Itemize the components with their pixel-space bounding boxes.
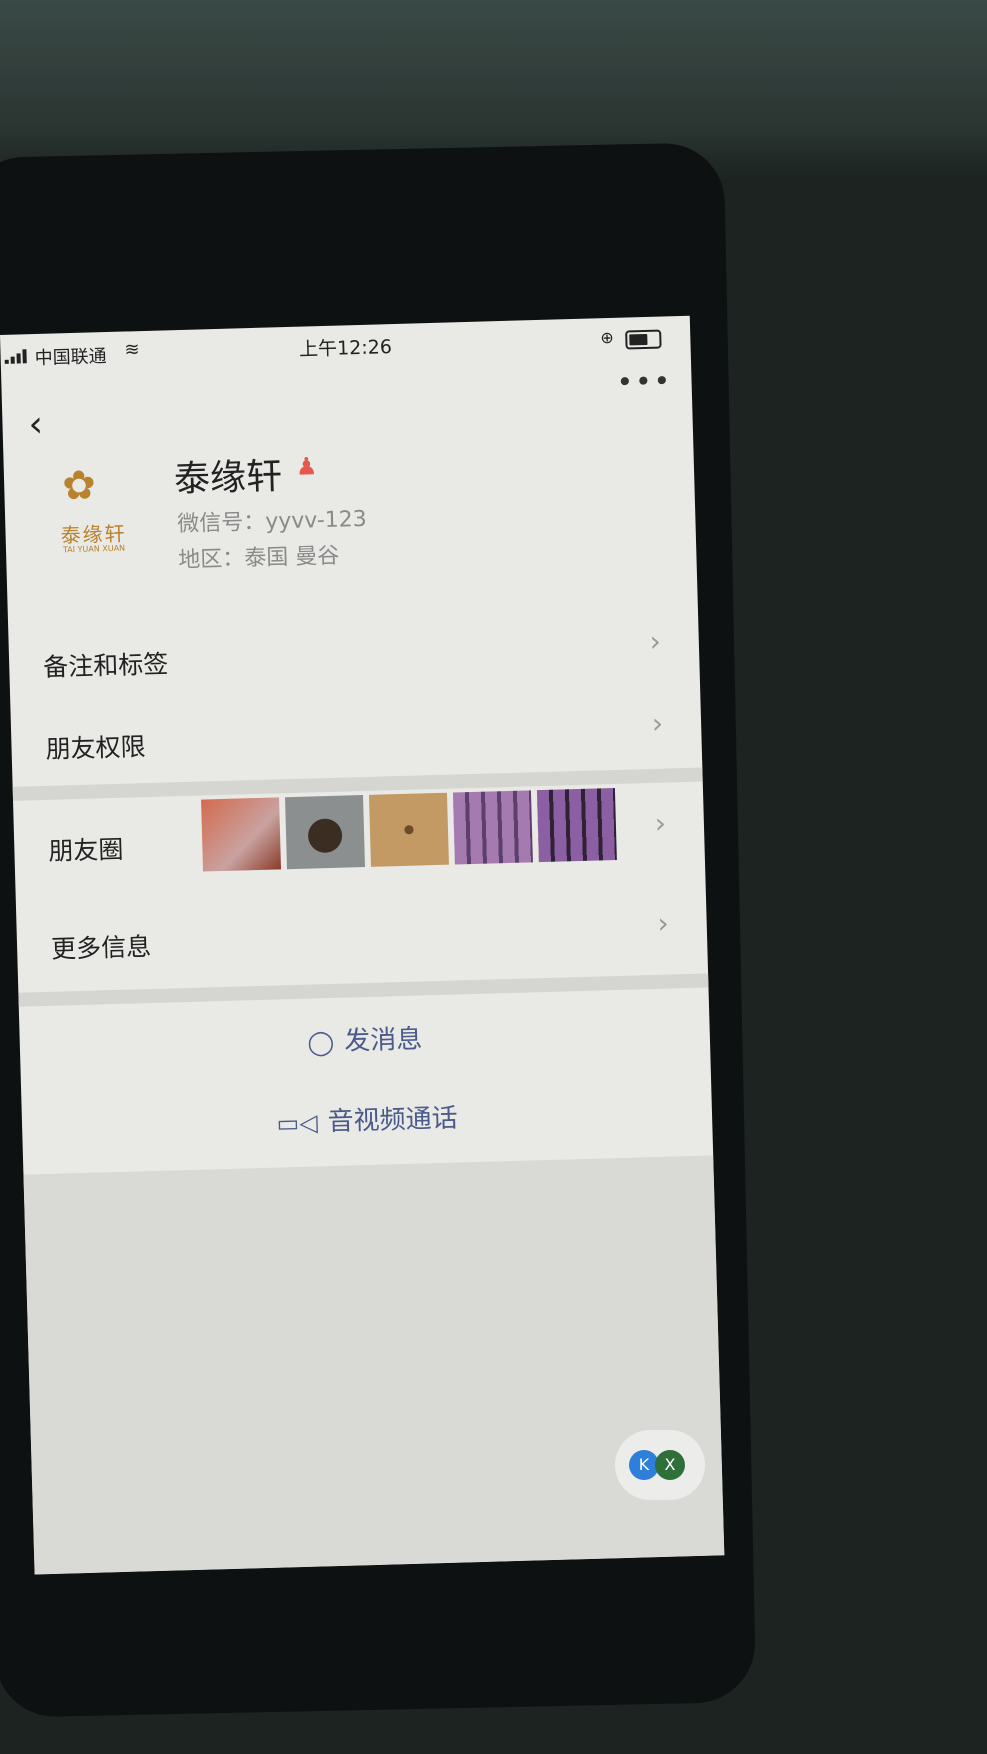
moment-thumbnail [285,795,365,870]
back-chevron-icon[interactable]: ‹ [28,404,44,445]
app-screen: 中国联通 ≋ 上午12:26 ⊕ ••• ‹ ✿ 泰缘轩 TAI YUAN XU… [0,315,725,1575]
chevron-right-icon: › [651,706,664,740]
profile-name: 泰缘轩 [173,456,283,501]
battery-icon [625,329,662,350]
moment-thumbnail [452,790,533,865]
moment-thumbnail [536,788,617,863]
lotus-logo-icon: ✿ [61,462,97,510]
moment-thumbnail [201,797,282,872]
floating-app-badge[interactable]: K X [615,1430,705,1500]
chevron-right-icon: › [657,906,670,940]
more-dots-icon[interactable]: ••• [616,364,672,399]
person-icon: ♟ [295,452,318,481]
x-app-icon: X [655,1450,685,1480]
chevron-right-icon: › [649,624,662,658]
send-message-label: 发消息 [343,1024,423,1057]
more-info-label: 更多信息 [50,932,152,964]
moments-label: 朋友圈 [48,834,124,866]
region: 地区：泰国 曼谷 [178,543,340,574]
moment-thumbnail [368,792,449,867]
wechat-id: 微信号：yyvv-123 [177,506,368,538]
friend-permissions-label: 朋友权限 [45,732,146,764]
av-call-label: 音视频通话 [327,1103,459,1138]
remarks-tags-label: 备注和标签 [42,649,169,682]
orientation-lock-icon: ⊕ [600,327,614,348]
more-info-row[interactable]: 更多信息 › [16,888,708,987]
empty-area [23,1155,725,1575]
profile-avatar[interactable]: ✿ 泰缘轩 TAI YUAN XUAN [43,461,143,560]
send-message-button[interactable]: ◯ 发消息 [19,1010,710,1066]
chat-bubble-icon: ◯ [307,1027,335,1057]
video-camera-icon: ▭◁ [276,1108,319,1138]
av-call-button[interactable]: ▭◁ 音视频通话 [22,1090,713,1146]
chevron-right-icon: › [654,806,667,840]
logo-sub-text: TAI YUAN XUAN [62,543,126,555]
